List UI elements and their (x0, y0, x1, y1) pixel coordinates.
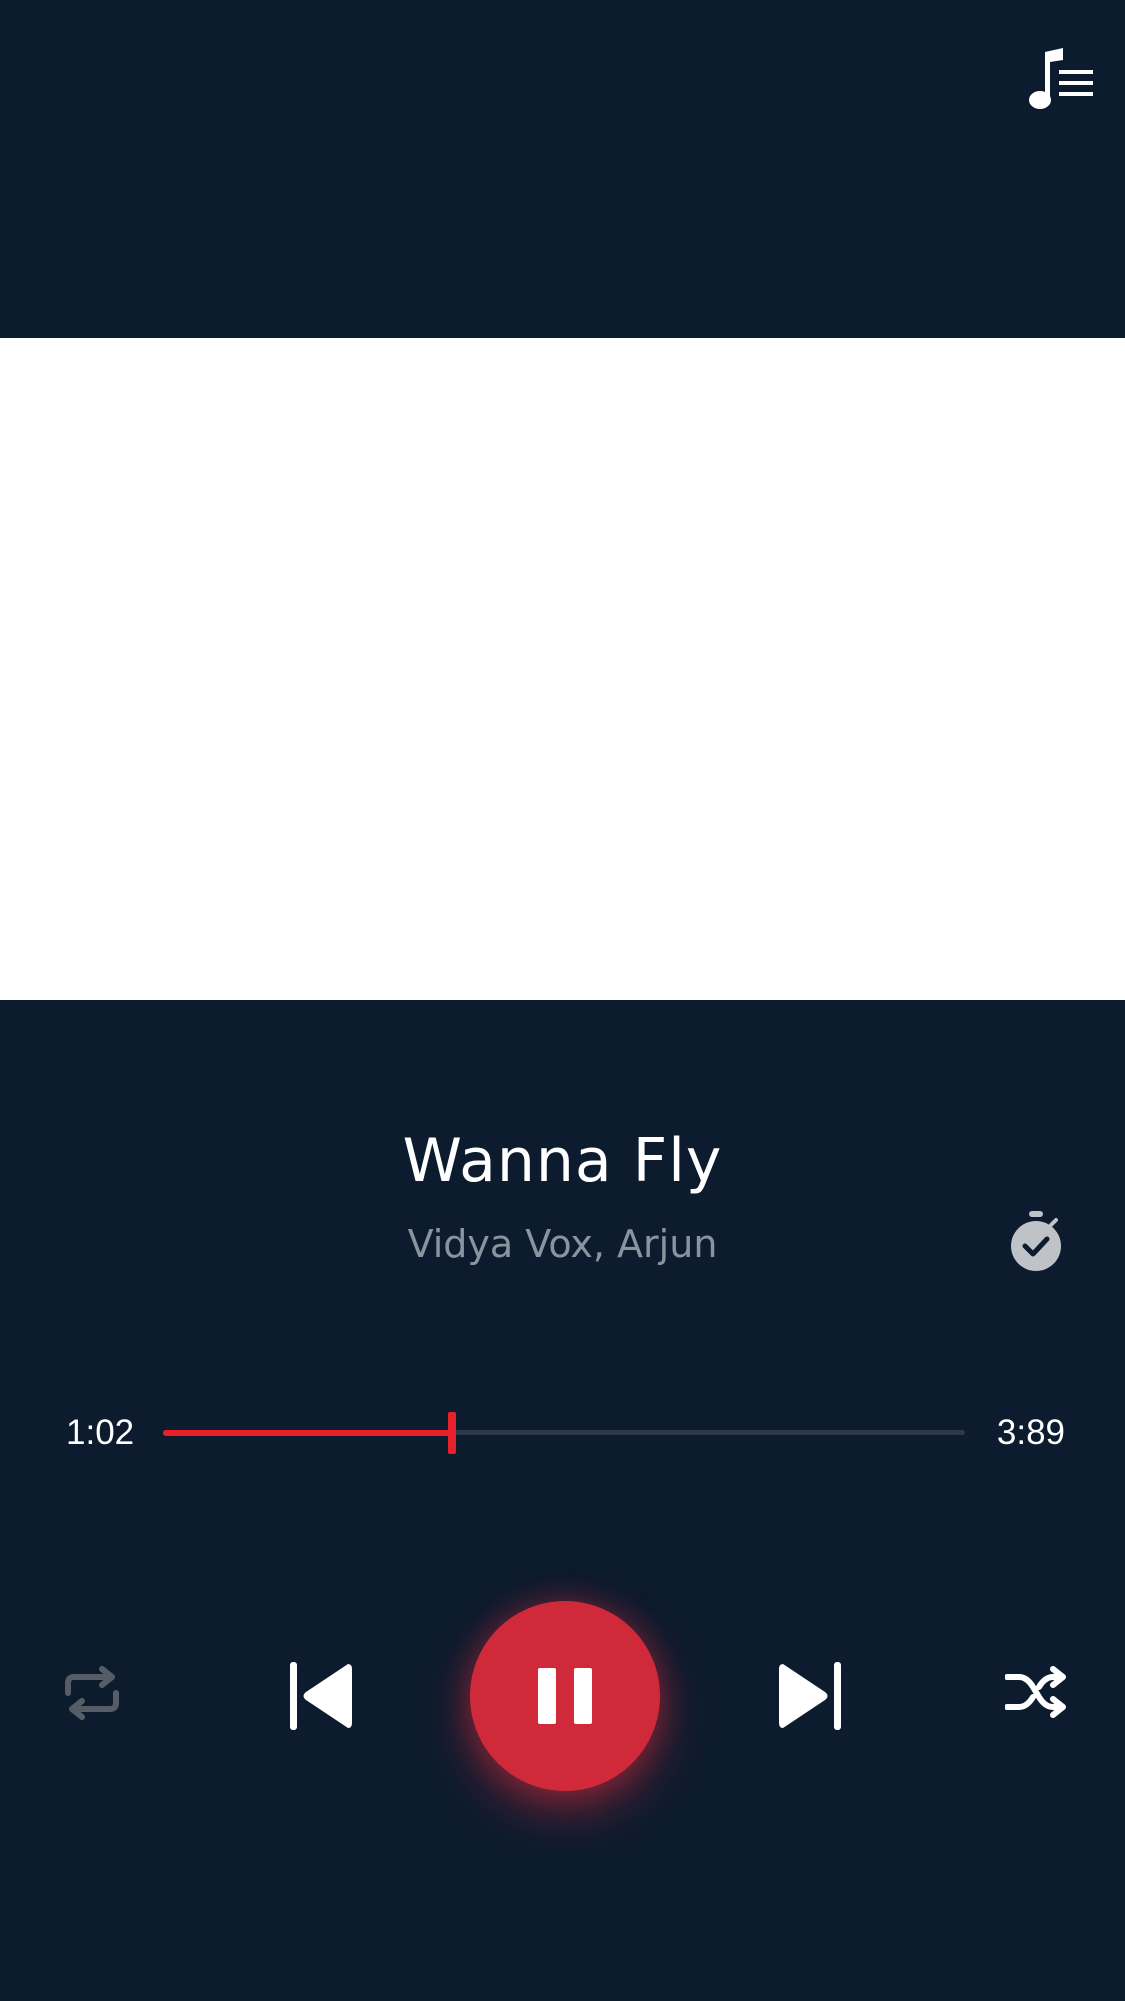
music-player-screen: Wanna Fly Vidya Vox, Arjun 1:02 3:89 (0, 0, 1125, 2001)
skip-next-icon (779, 1662, 841, 1730)
skip-previous-icon (290, 1662, 352, 1730)
song-artist: Vidya Vox, Arjun (407, 1222, 718, 1266)
next-button[interactable] (775, 1660, 845, 1732)
pause-button[interactable] (470, 1601, 660, 1791)
total-time: 3:89 (996, 1413, 1065, 1452)
pause-icon (538, 1668, 592, 1724)
shuffle-icon (1004, 1666, 1066, 1718)
progress-slider[interactable] (163, 1410, 965, 1455)
previous-button[interactable] (286, 1660, 356, 1732)
music-note-list-icon (1029, 48, 1093, 109)
shuffle-button[interactable] (1004, 1665, 1067, 1721)
album-art (0, 338, 1125, 1000)
sleep-timer-button[interactable] (1007, 1208, 1065, 1274)
progress-thumb[interactable] (447, 1412, 456, 1454)
song-title: Wanna Fly (402, 1126, 723, 1196)
repeat-icon (65, 1666, 119, 1720)
stopwatch-check-icon (1011, 1211, 1061, 1271)
elapsed-time: 1:02 (66, 1413, 135, 1452)
progress-fill (163, 1430, 452, 1436)
playlist-button[interactable] (1023, 48, 1095, 114)
repeat-button[interactable] (60, 1665, 124, 1721)
